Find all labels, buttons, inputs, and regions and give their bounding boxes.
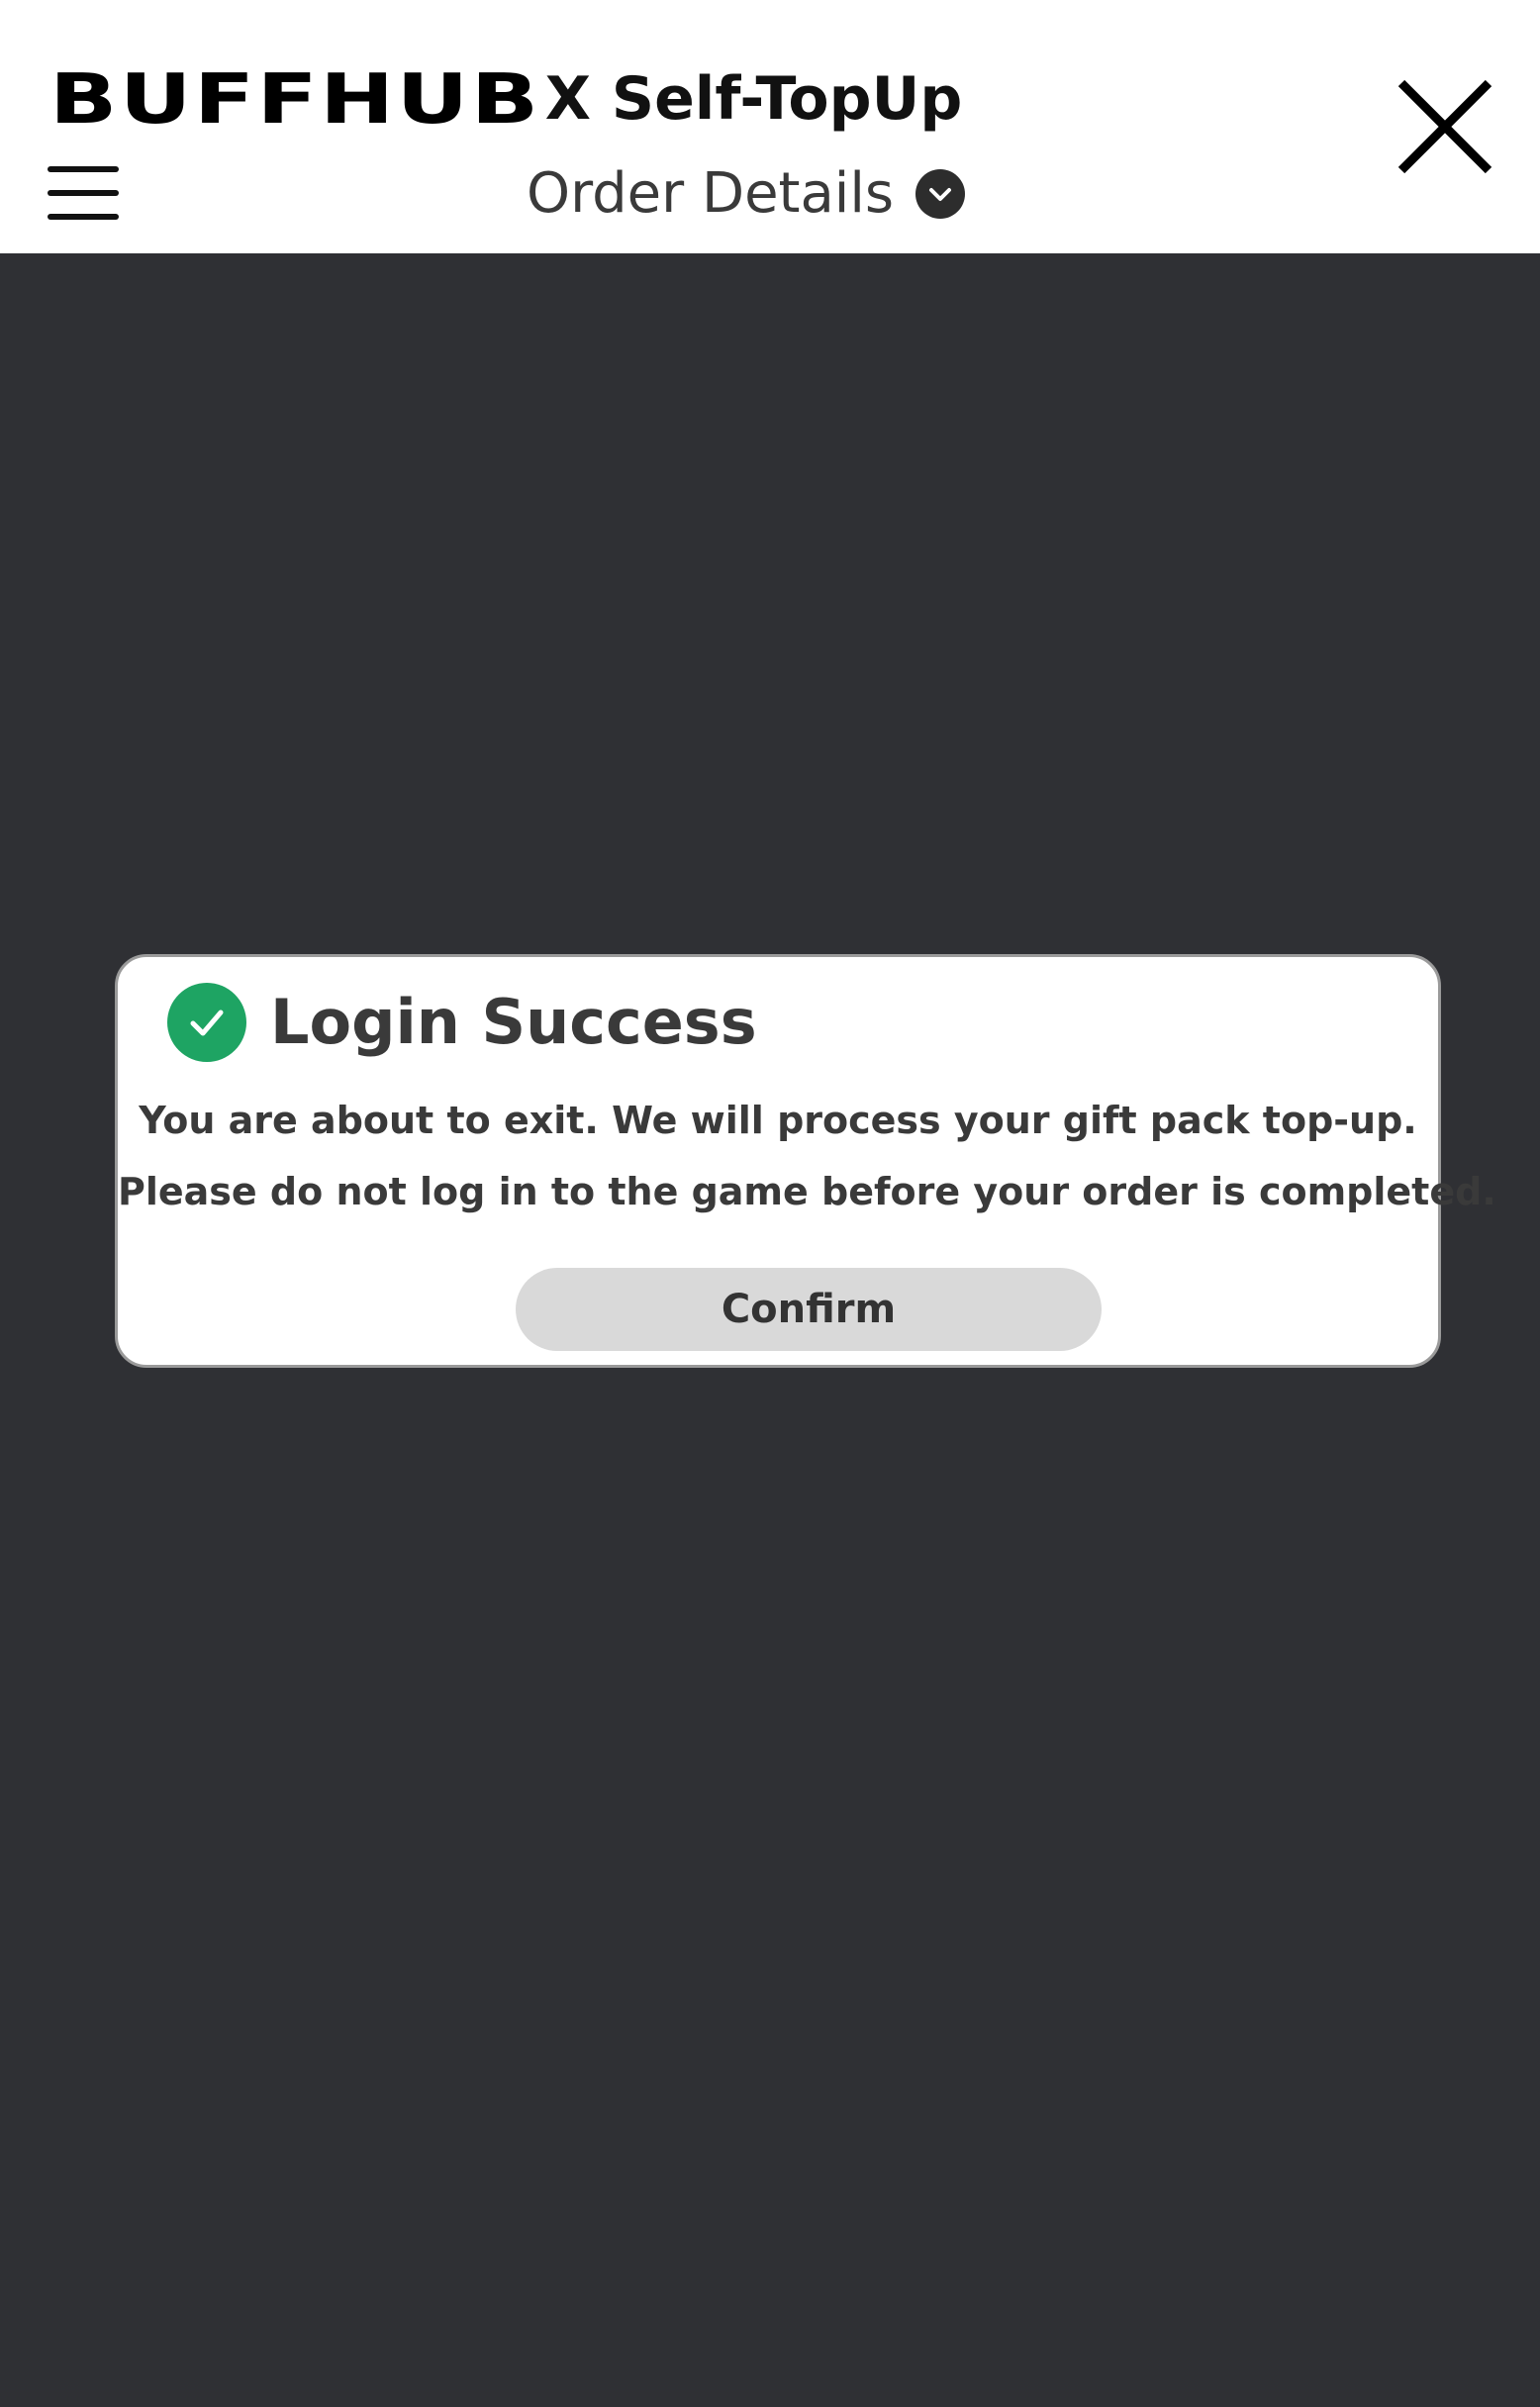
dialog-title: Login Success [270, 986, 757, 1058]
menu-line [48, 214, 119, 220]
confirm-button[interactable]: Confirm [516, 1268, 1102, 1351]
dialog-title-row: Login Success [167, 981, 757, 1064]
close-icon[interactable] [1396, 77, 1494, 176]
brand: BUFFHUB X Self-TopUp [49, 59, 962, 139]
brand-subtitle: X Self-TopUp [544, 64, 963, 134]
page-title: Order Details [527, 161, 895, 226]
menu-line [48, 190, 119, 196]
top-header: BUFFHUB X Self-TopUp Order Details [0, 0, 1540, 253]
hamburger-menu-icon[interactable] [48, 166, 119, 224]
dialog-message-line-1: You are about to exit. We will process y… [139, 1099, 1417, 1142]
login-success-dialog: Login Success You are about to exit. We … [115, 954, 1496, 1368]
check-circle-icon [167, 983, 246, 1062]
order-details-dropdown[interactable]: Order Details [527, 158, 966, 230]
menu-line [48, 166, 119, 172]
dialog-message-line-2: Please do not log in to the game before … [118, 1170, 1496, 1213]
brand-logo: BUFFHUB [49, 57, 541, 140]
chevron-down-icon [915, 169, 966, 219]
